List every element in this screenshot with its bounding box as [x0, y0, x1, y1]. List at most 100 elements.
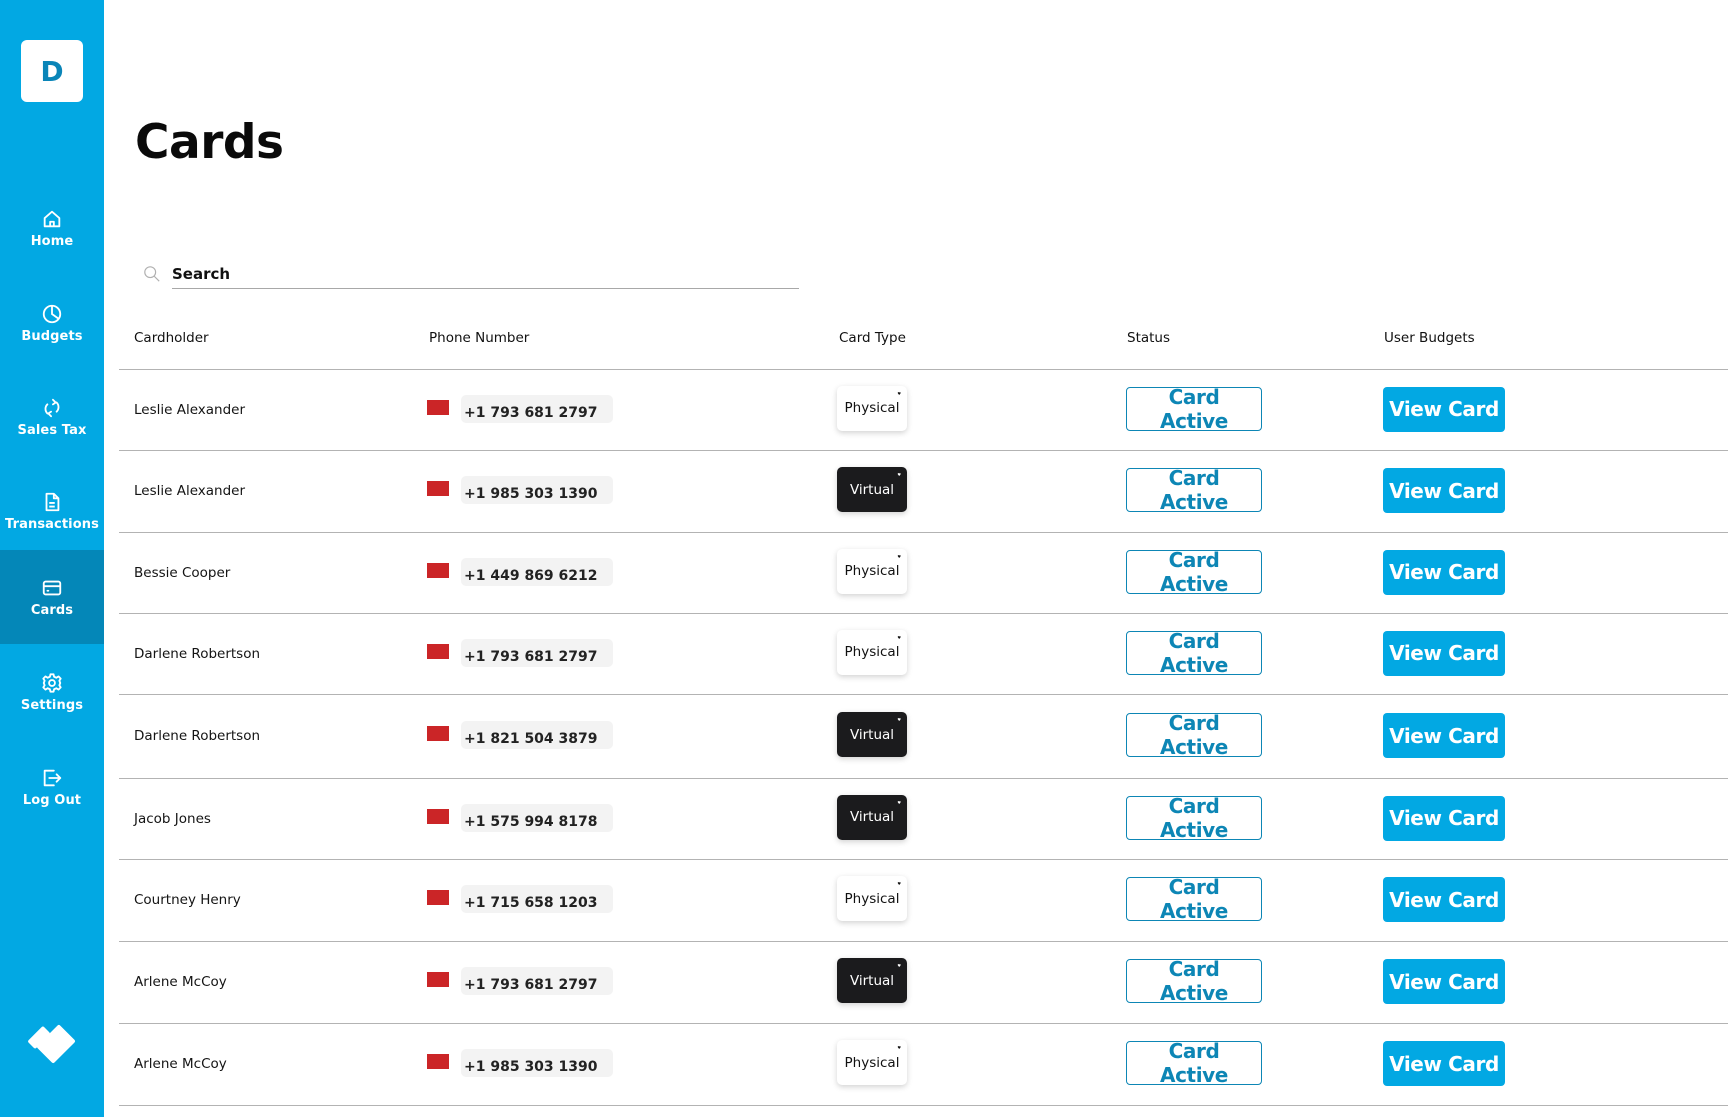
phone-number: +1 985 303 1390	[464, 486, 598, 502]
sidebar-item-label: Sales Tax	[17, 422, 87, 438]
country-flag-icon	[427, 643, 449, 659]
logout-icon	[43, 769, 62, 786]
phone-number: +1 793 681 2797	[464, 404, 598, 421]
table-row: Darlene Robertson +1 821 504 3879 ♥ Virtual…	[104, 694, 1728, 778]
card-type-thumbnail[interactable]: ♥ Physical	[837, 1040, 907, 1085]
column-header-phone-number[interactable]: Phone Number	[429, 330, 529, 346]
phone-number-field: +1 821 504 3879	[461, 721, 613, 749]
country-flag-icon	[427, 808, 449, 824]
card-active-button[interactable]: Card Active	[1126, 957, 1262, 1005]
card-type-thumbnail[interactable]: ♥ Physical	[837, 385, 907, 431]
card-type-label: Virtual	[849, 972, 895, 989]
card-active-button[interactable]: Card Active	[1126, 1039, 1262, 1087]
sidebar-item-log-out[interactable]: Log Out	[0, 740, 104, 834]
card-type-label: Physical	[844, 563, 900, 579]
card-active-button[interactable]: Card Active	[1126, 794, 1262, 842]
view-card-button[interactable]: View Card	[1383, 877, 1505, 922]
table-row: Leslie Alexander +1 793 681 2797 ♥ Physical…	[104, 369, 1728, 450]
table-row: Bessie Cooper +1 449 869 6212 ♥ Physical Car…	[104, 532, 1728, 613]
column-header-cardholder[interactable]: Cardholder	[134, 330, 209, 346]
country-flag-icon	[427, 726, 449, 741]
card-type-label: Virtual	[849, 481, 895, 498]
card-active-button[interactable]: Card Active	[1126, 711, 1262, 759]
country-flag-icon	[427, 972, 449, 987]
card-type-label: Physical	[844, 890, 900, 907]
sidebar-item-budgets[interactable]: Budgets	[0, 276, 104, 370]
phone-number-field: +1 793 681 2797	[461, 638, 613, 667]
card-active-button[interactable]: Card Active	[1126, 548, 1262, 596]
table-row: Arlene McCoy +1 793 681 2797 ♥ Virtual Card …	[104, 941, 1728, 1023]
search-bar	[143, 262, 799, 289]
phone-number: +1 793 681 2797	[464, 648, 598, 665]
phone-number-field: +1 449 869 6212	[461, 557, 613, 586]
column-header-user-budgets[interactable]: User Budgets	[1384, 330, 1475, 346]
card-active-button[interactable]: Card Active	[1126, 875, 1262, 923]
sidebar-item-home[interactable]: Home	[0, 181, 104, 275]
card-brand-icon: ♥	[897, 881, 901, 886]
view-card-button[interactable]: View Card	[1383, 713, 1505, 758]
sidebar-item-label: Home	[30, 233, 74, 249]
card-type-label: Virtual	[849, 726, 895, 743]
card-active-button[interactable]: Card Active	[1126, 629, 1262, 677]
sidebar-item-cards[interactable]: Cards	[0, 550, 104, 644]
view-card-button[interactable]: View Card	[1383, 549, 1505, 595]
table-row: Courtney Henry +1 715 658 1203 ♥ Physical Ca…	[104, 859, 1728, 941]
card-active-button[interactable]: Card Active	[1126, 385, 1262, 433]
view-card-button[interactable]: View Card	[1383, 959, 1505, 1004]
sidebar-item-transactions[interactable]: Transactions	[0, 464, 104, 558]
view-card-button[interactable]: View Card	[1383, 630, 1505, 676]
view-card-button[interactable]: View Card	[1383, 468, 1505, 513]
search-input[interactable]	[172, 262, 799, 289]
sidebar-item-sales-tax[interactable]: Sales Tax	[0, 370, 104, 464]
table-row: Darlene Robertson +1 793 681 2797 ♥ Physica…	[104, 613, 1728, 694]
table-row: Leslie Alexander +1 985 303 1390 ♥ Virtual C…	[104, 450, 1728, 532]
phone-number: +1 985 303 1390	[464, 1059, 598, 1075]
phone-number-field: +1 575 994 8178	[461, 803, 613, 832]
phone-number-field: +1 793 681 2797	[461, 394, 613, 423]
cardholder-name: Darlene Robertson	[134, 728, 261, 744]
cardholder-name: Jacob Jones	[134, 810, 211, 827]
gear-icon	[42, 672, 62, 693]
card-type-label: Physical	[844, 1054, 900, 1071]
card-brand-icon: ♥	[897, 553, 901, 559]
sidebar-item-label: Log Out	[22, 792, 82, 808]
cardholder-name: Leslie Alexander	[134, 483, 246, 499]
phone-number: +1 575 994 8178	[464, 813, 598, 830]
phone-number-field: +1 793 681 2797	[461, 967, 613, 995]
credit-card-icon	[42, 580, 62, 595]
card-type-thumbnail[interactable]: ♥ Virtual	[837, 467, 907, 512]
card-type-thumbnail[interactable]: ♥ Virtual	[837, 712, 907, 757]
sidebar-item-label: Cards	[30, 602, 74, 618]
sidebar-item-settings[interactable]: Settings	[0, 645, 104, 739]
column-header-card-type[interactable]: Card Type	[839, 330, 906, 346]
row-divider	[119, 1105, 1728, 1106]
view-card-button[interactable]: View Card	[1383, 795, 1505, 841]
page-title: Cards	[135, 115, 284, 170]
document-icon	[45, 492, 60, 511]
phone-number-field: +1 985 303 1390	[461, 1049, 613, 1077]
card-type-thumbnail[interactable]: ♥ Virtual	[837, 794, 907, 840]
cardholder-name: Leslie Alexander	[134, 401, 246, 418]
card-active-button[interactable]: Card Active	[1126, 466, 1262, 514]
search-icon	[144, 266, 160, 282]
cardholder-name: Courtney Henry	[134, 892, 241, 908]
cardholder-name: Arlene McCoy	[134, 974, 227, 990]
home-icon	[43, 210, 61, 227]
card-brand-icon: ♥	[897, 634, 901, 640]
card-type-thumbnail[interactable]: ♥ Physical	[837, 876, 907, 921]
card-type-thumbnail[interactable]: ♥ Physical	[837, 629, 907, 675]
sidebar-item-label: Transactions	[5, 516, 99, 532]
country-flag-icon	[427, 562, 449, 578]
card-brand-icon: ♥	[897, 472, 901, 477]
app-logo[interactable]: D	[21, 40, 83, 102]
country-flag-icon	[427, 481, 449, 496]
view-card-button[interactable]: View Card	[1383, 1041, 1505, 1086]
card-type-thumbnail[interactable]: ♥ Physical	[837, 548, 907, 594]
view-card-button[interactable]: View Card	[1383, 386, 1505, 432]
card-type-label: Physical	[844, 644, 900, 660]
cardholder-name: Arlene McCoy	[134, 1056, 227, 1072]
brand-logo-icon	[28, 1025, 75, 1063]
card-type-thumbnail[interactable]: ♥ Virtual	[837, 958, 907, 1003]
column-header-status[interactable]: Status	[1127, 330, 1170, 346]
phone-number: +1 449 869 6212	[464, 567, 598, 584]
